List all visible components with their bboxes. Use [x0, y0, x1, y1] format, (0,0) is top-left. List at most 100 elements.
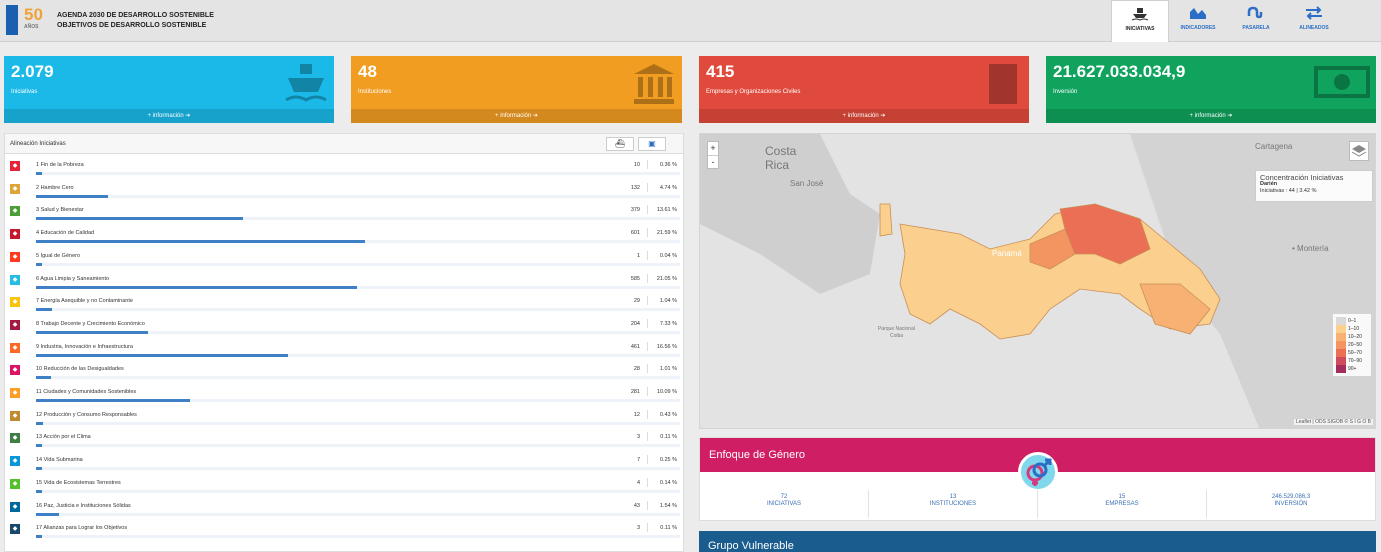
undp-logo [6, 5, 18, 35]
goal-count: 28 [633, 366, 640, 373]
goal-bar-track [36, 308, 680, 312]
map-info-title: Concentración Iniciativas [1260, 173, 1344, 182]
goal-name: 8 Trabajo Decente y Crecimiento Económic… [36, 320, 145, 327]
gender-stat-value: 15 [1118, 494, 1126, 500]
goal-bar-track [36, 172, 680, 175]
nav-indicadores-label: INDICADORES [1180, 25, 1216, 31]
card-iniciativas-value: 2.079 [11, 62, 54, 81]
nav-indicadores[interactable]: INDICADORES [1169, 0, 1227, 42]
card-instituciones-value: 48 [358, 62, 377, 81]
goal-name: 4 Educación de Calidad [36, 230, 95, 237]
map-label-panama: Panamá [992, 249, 1022, 258]
zoom-in-button[interactable]: + [708, 142, 718, 155]
goal-row[interactable]: ◆ 13 Acción por el Clima 3 0.11 % [10, 430, 680, 452]
zoom-out-button[interactable]: - [708, 155, 718, 168]
main-nav: INICIATIVAS INDICADORES PASARELA ALINEAD… [1111, 0, 1343, 42]
map-label-san-jose: San José [790, 179, 824, 188]
site-title-line1: AGENDA 2030 DE DESARROLLO SOSTENIBLE [57, 12, 214, 19]
goal-count: 4 [636, 479, 640, 486]
card-instituciones-label: Instituciones [358, 89, 392, 95]
goal-row[interactable]: ◆ 11 Ciudades y Comunidades Sostenibles 28… [10, 385, 680, 407]
nav-pasarela[interactable]: PASARELA [1227, 0, 1285, 42]
goal-row[interactable]: ◆ 6 Agua Limpia y Saneamiento 585 21.05 % [10, 272, 680, 294]
goal-icon: ◆ [10, 274, 20, 285]
goal-name: 3 Salud y Bienestar [36, 207, 84, 214]
goal-icon: ◆ [10, 161, 20, 171]
gender-stat-label: INICIATIVAS [766, 501, 802, 507]
legend-swatch [1336, 365, 1346, 373]
map-attribution[interactable]: Leaflet | ODS SIGOB © S I G O B [1293, 419, 1373, 425]
card-inversion-more[interactable]: + información ➔ [1046, 109, 1376, 123]
goal-separator [647, 455, 648, 465]
goal-percent: 1.01 % [659, 366, 677, 373]
card-empresas-more[interactable]: + información ➔ [699, 109, 1029, 123]
legend-item: 50–70 [1336, 349, 1368, 357]
goal-name: 17 Alianzas para Lograr los Objetivos [36, 525, 128, 532]
goal-separator [647, 341, 648, 351]
goal-row[interactable]: ◆ 10 Reducción de las Desigualdades 28 1.01… [10, 362, 680, 384]
goal-row[interactable]: ◆ 5 Igual de Género 1 0.04 % [10, 249, 680, 271]
goal-name: 11 Ciudades y Comunidades Sostenibles [36, 389, 137, 395]
gender-stat-label: EMPRESAS [1105, 501, 1139, 507]
goal-row[interactable]: ◆ 14 Vida Submarina 7 0.25 % [10, 453, 680, 475]
goal-row[interactable]: ◆ 8 Trabajo Decente y Crecimiento Económi… [10, 317, 680, 339]
goal-bar [36, 285, 357, 289]
goal-name: 13 Acción por el Clima [36, 434, 91, 441]
goal-percent: 0.14 % [659, 479, 677, 486]
layers-button[interactable] [1349, 141, 1369, 161]
legend-item: 0–1 [1336, 317, 1368, 325]
goal-bar [36, 194, 109, 198]
goal-row[interactable]: ◆ 2 Hambre Cero 132 4.74 % [10, 181, 680, 203]
gender-stat-value: 13 [949, 494, 957, 500]
map-panel[interactable]: Costa Rica San José Cartagena • Montería… [699, 133, 1376, 429]
card-instituciones: 48 Instituciones + información ➔ [351, 56, 682, 123]
goal-separator [647, 296, 648, 306]
exchange-icon [1306, 6, 1322, 20]
goal-percent: 0.04 % [659, 252, 677, 259]
goal-name: 12 Producción y Consumo Responsables [36, 411, 137, 418]
goal-bar-track [36, 421, 680, 425]
goal-count: 3 [636, 525, 640, 532]
card-instituciones-more[interactable]: + información ➔ [351, 109, 682, 123]
legend-label: 1–10 [1348, 326, 1360, 332]
nav-iniciativas[interactable]: INICIATIVAS [1111, 0, 1169, 42]
goal-bar [36, 421, 43, 425]
map-label-cartagena: Cartagena [1255, 142, 1293, 151]
goal-percent: 16.56 % [656, 343, 677, 350]
tab-initiatives[interactable]: ⛴ [606, 137, 634, 151]
legend-item: 1–10 [1336, 325, 1368, 333]
goal-bar [36, 512, 60, 516]
site-title: AGENDA 2030 DE DESARROLLO SOSTENIBLE OBJ… [57, 11, 214, 31]
legend-item: 70–90 [1336, 357, 1368, 365]
tab-investment[interactable]: ▣ [638, 137, 666, 151]
goal-bar [36, 444, 43, 448]
goal-bar [36, 467, 43, 471]
goal-icon: ◆ [10, 229, 20, 240]
goal-row[interactable]: ◆ 4 Educación de Calidad 601 21.59 % [10, 226, 680, 248]
institution-icon [634, 64, 674, 104]
goal-bar-track [36, 489, 680, 493]
goal-separator [647, 387, 648, 396]
gender-symbol [1026, 458, 1052, 486]
nav-iniciativas-label: INICIATIVAS [1125, 26, 1155, 32]
goal-name: 14 Vida Submarina [36, 457, 83, 464]
goal-row[interactable]: ◆ 1 Fin de la Pobreza 10 0.36 % [10, 158, 680, 180]
goal-row[interactable]: ◆ 3 Salud y Bienestar 379 13.61 % [10, 203, 680, 225]
goal-row[interactable]: ◆ 9 Industria, Innovación e Infraestructu… [10, 340, 680, 362]
card-instituciones-more-label: + información [495, 113, 532, 119]
legend-label: 0–1 [1348, 318, 1357, 324]
goal-count: 132 [630, 184, 640, 191]
goal-percent: 21.59 % [656, 230, 677, 237]
goal-row[interactable]: ◆ 16 Paz, Justicia e Instituciones Sólida… [10, 499, 680, 521]
card-iniciativas-more[interactable]: + información ➔ [4, 109, 334, 123]
goal-row[interactable]: ◆ 15 Vida de Ecosistemas Terrestres 4 0.14 … [10, 476, 680, 498]
legend-item: 20–50 [1336, 341, 1368, 349]
goal-count: 585 [630, 275, 640, 282]
alignment-panel-header: Alineación Iniciativas ⛴ ▣ [5, 134, 683, 154]
goal-row[interactable]: ◆ 17 Alianzas para Lograr los Objetivos 3 0… [10, 521, 680, 543]
ship-icon: ⛴ [614, 139, 626, 148]
goal-separator [647, 318, 648, 328]
goal-row[interactable]: ◆ 12 Producción y Consumo Responsables 12 0… [10, 408, 680, 430]
nav-alineados[interactable]: ALINEADOS [1285, 0, 1343, 42]
goal-row[interactable]: ◆ 7 Energía Asequible y no Contaminante 29… [10, 294, 680, 316]
